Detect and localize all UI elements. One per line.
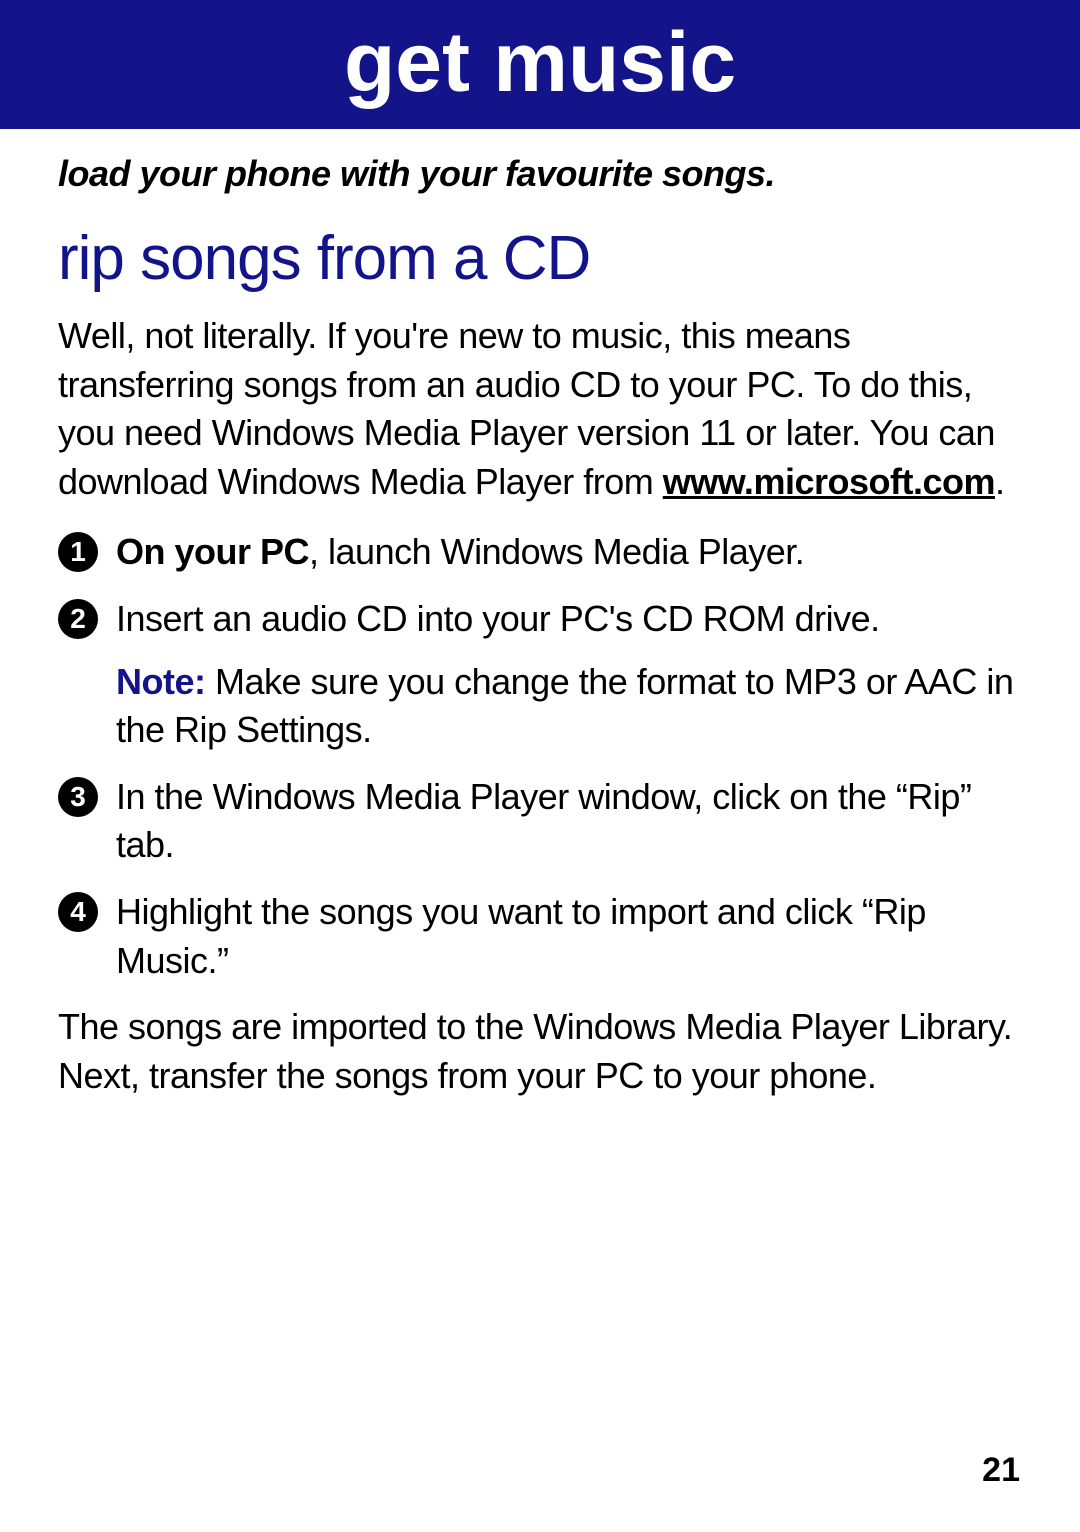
intro-paragraph: Well, not literally. If you're new to mu… [58, 312, 1022, 506]
step-text: Highlight the songs you want to import a… [116, 891, 926, 981]
outro-paragraph: The songs are imported to the Windows Me… [58, 1003, 1022, 1100]
header-band: get music [0, 0, 1080, 129]
step-bullet-4: 4 [58, 892, 98, 932]
note-text: Make sure you change the format to MP3 o… [116, 661, 1013, 751]
step-note: Note: Make sure you change the format to… [116, 658, 1022, 755]
list-item: 4 Highlight the songs you want to import… [58, 888, 1022, 985]
intro-text-after: . [995, 461, 1005, 502]
step-body: Insert an audio CD into your PC's CD ROM… [116, 595, 1022, 755]
note-label: Note: [116, 661, 206, 702]
step-text: Insert an audio CD into your PC's CD ROM… [116, 598, 880, 639]
step-lead-rest: , launch Windows Media Player. [309, 531, 804, 572]
content-area: load your phone with your favourite song… [0, 129, 1080, 1100]
step-text: In the Windows Media Player window, clic… [116, 776, 971, 866]
subtitle: load your phone with your favourite song… [58, 153, 1022, 195]
step-bullet-1: 1 [58, 532, 98, 572]
page-title: get music [0, 14, 1080, 111]
step-body: On your PC, launch Windows Media Player. [116, 528, 1022, 577]
section-heading: rip songs from a CD [58, 223, 1022, 294]
list-item: 3 In the Windows Media Player window, cl… [58, 773, 1022, 870]
list-item: 2 Insert an audio CD into your PC's CD R… [58, 595, 1022, 755]
step-body: In the Windows Media Player window, clic… [116, 773, 1022, 870]
list-item: 1 On your PC, launch Windows Media Playe… [58, 528, 1022, 577]
step-body: Highlight the songs you want to import a… [116, 888, 1022, 985]
page-number: 21 [982, 1451, 1020, 1490]
step-bullet-3: 3 [58, 777, 98, 817]
steps-list: 1 On your PC, launch Windows Media Playe… [58, 528, 1022, 985]
step-bullet-2: 2 [58, 599, 98, 639]
step-lead-bold: On your PC [116, 531, 309, 572]
link-microsoft[interactable]: www.microsoft.com [663, 461, 995, 502]
